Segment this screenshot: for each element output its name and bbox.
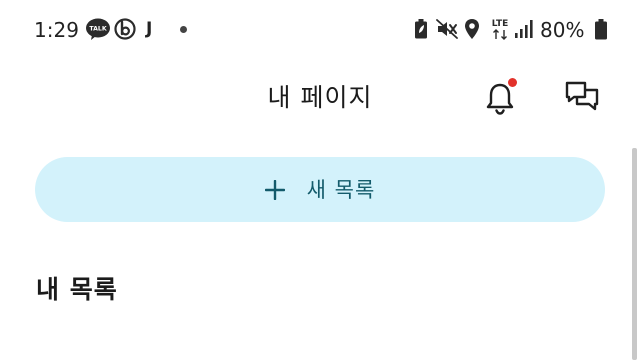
bell-icon	[486, 83, 514, 115]
status-time: 1:29	[34, 18, 79, 42]
kakaotalk-icon: TALK	[86, 18, 110, 40]
messages-button[interactable]	[564, 80, 602, 116]
b-app-icon	[114, 18, 136, 40]
status-bar: 1:29 TALK J LTE 80%	[0, 0, 640, 60]
battery-icon	[595, 19, 607, 40]
location-icon	[465, 19, 479, 39]
signal-icon	[515, 20, 533, 38]
lte-icon: LTE	[492, 19, 509, 40]
vibrate-mute-icon	[436, 19, 458, 39]
svg-text:LTE: LTE	[492, 19, 509, 29]
more-dot-icon	[180, 26, 187, 33]
scrollbar[interactable]	[632, 148, 637, 360]
new-list-button[interactable]: 새 목록	[35, 157, 605, 222]
new-list-label: 새 목록	[306, 177, 376, 202]
page-title: 내 페이지	[267, 83, 373, 112]
svg-text:TALK: TALK	[89, 26, 106, 33]
my-lists-heading: 내 목록	[36, 275, 118, 304]
notification-badge	[508, 78, 517, 87]
chat-icon	[565, 81, 599, 111]
battery-saver-icon	[415, 19, 427, 39]
j-app-icon: J	[146, 19, 153, 39]
notifications-button[interactable]	[482, 78, 520, 118]
battery-percent: 80%	[540, 18, 585, 42]
plus-icon	[264, 179, 285, 200]
